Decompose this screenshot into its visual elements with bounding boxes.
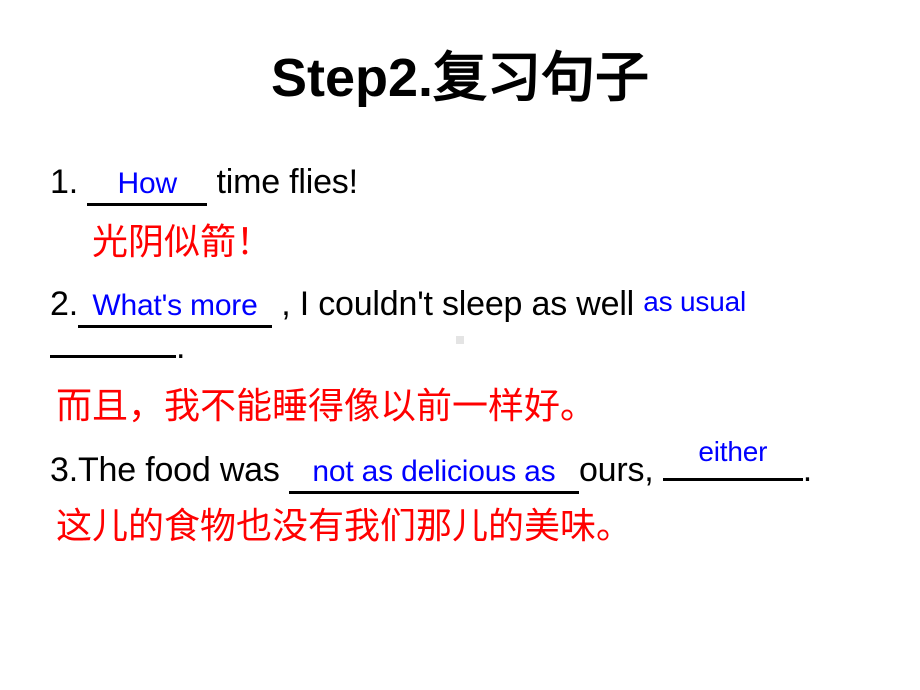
exercise-3-lead: The food was: [77, 451, 280, 489]
exercise-2-translation: 而且，我不能睡得像以前一样好。: [56, 386, 597, 427]
exercise-3-answer-2: either: [698, 436, 768, 467]
exercise-3-translation: 这儿的食物也没有我们那儿的美味。: [56, 506, 633, 547]
exercise-1-blank-1[interactable]: How: [87, 167, 208, 206]
exercise-2-sentence-cont: .: [50, 325, 185, 369]
exercise-2-tail: .: [176, 328, 186, 366]
exercise-2-sentence: 2. What's more , I couldn't sleep as wel…: [50, 282, 746, 328]
page-title-cn: 复习句子: [433, 46, 650, 109]
page-title: Step2.复习句子: [0, 46, 920, 110]
exercise-2-answer-2: as usual: [643, 286, 746, 317]
exercise-2-blank-2[interactable]: [50, 329, 176, 358]
exercise-2-answer-1: What's more: [92, 289, 258, 322]
exercise-3-sentence: 3.The food was not as delicious as ours,…: [50, 438, 813, 494]
exercise-1-sentence: 1. How time flies!: [50, 160, 358, 206]
exercise-3-answer-1: not as delicious as: [312, 455, 556, 488]
exercise-3-number: 3.: [50, 451, 78, 489]
grey-artifact-marker: [456, 336, 464, 344]
exercise-3-blank-2[interactable]: either: [662, 438, 803, 481]
exercise-1-number: 1.: [50, 163, 78, 201]
exercise-3-mid: ours,: [578, 451, 654, 489]
exercise-2-blank-1[interactable]: What's more: [77, 289, 272, 328]
exercise-2-mid: , I couldn't sleep as well: [281, 285, 635, 323]
page-title-en: Step2.: [270, 48, 434, 108]
exercise-1-translation: 光阴似箭！: [92, 222, 273, 263]
exercise-3-blank-1[interactable]: not as delicious as: [288, 455, 579, 494]
exercise-3-tail: .: [802, 451, 813, 489]
exercise-1-tail: time flies!: [216, 163, 358, 201]
slide: Step2.复习句子 1. How time flies! 光阴似箭！ 2. W…: [0, 0, 920, 690]
exercise-1-answer-1: How: [117, 167, 178, 200]
exercise-2-number: 2.: [50, 285, 78, 323]
